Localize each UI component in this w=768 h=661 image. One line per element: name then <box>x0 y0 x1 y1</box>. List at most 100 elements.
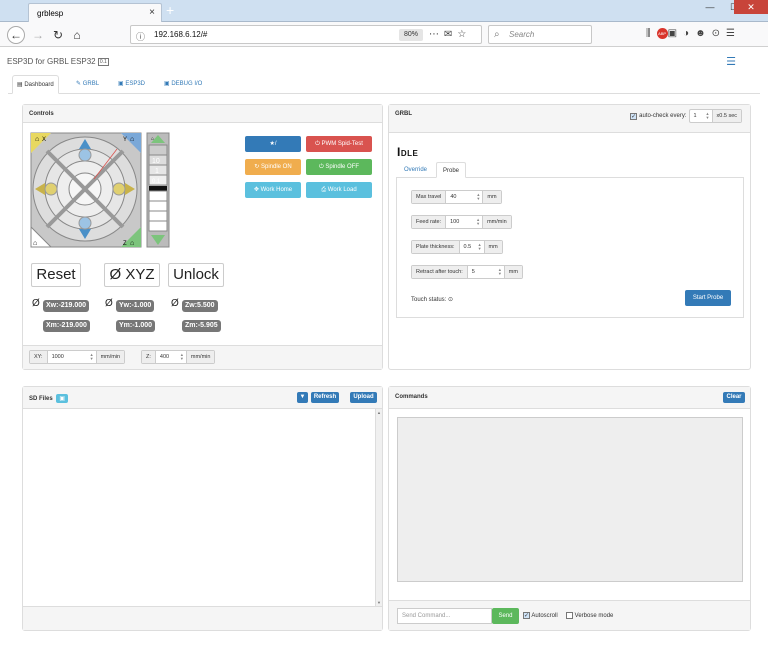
feed-rate-input[interactable]: 100 ▲ ▼ <box>446 216 482 228</box>
z-feedrate-input[interactable]: 400 ▲ ▼ <box>156 351 186 363</box>
url-bar[interactable]: ⓘ 192.168.6.12/# 80% ⋯✉☆ <box>130 25 482 44</box>
retract-value: 5 <box>471 269 475 275</box>
zero-xyz-button[interactable]: Ø XYZ <box>104 263 160 287</box>
max-travel-spinner[interactable]: ▲ ▼ <box>476 193 480 201</box>
autocheck-interval-group: 1 ▲ ▼ x0.5 sec <box>688 109 742 123</box>
browser-tab[interactable]: grblesp × <box>28 3 162 22</box>
verbose-label: Verbose mode <box>574 613 614 620</box>
autocheck-interval-spinner[interactable]: ▲ ▼ <box>706 112 710 120</box>
z-step-10[interactable]: 10 <box>152 158 160 165</box>
feed-rate-spinner[interactable]: ▲ ▼ <box>476 218 480 226</box>
autocheck-unit: x0.5 sec <box>711 110 741 122</box>
plate-thickness-group: Plate thickness: 0.5 ▲ ▼ mm <box>411 240 503 254</box>
close-tab-icon[interactable]: × <box>149 7 155 18</box>
zero-x-button[interactable]: Ø <box>32 298 40 309</box>
zoom-level[interactable]: 80% <box>399 29 423 41</box>
search-placeholder: Search <box>509 30 535 39</box>
window-close-button[interactable]: ✕ <box>734 0 768 14</box>
subtab-override[interactable]: Override <box>398 162 433 178</box>
minimize-button[interactable]: — <box>698 0 722 14</box>
max-travel-label: Max travel <box>412 191 447 203</box>
pwm-spindle-test-button[interactable]: ⏻ PWM Spid-Test <box>306 136 372 152</box>
search-input[interactable]: ⌕ Search <box>488 25 592 44</box>
spindle-off-label: Spindle OFF <box>325 164 360 170</box>
scroll-up-icon[interactable]: ▲ <box>377 410 381 415</box>
macro-button[interactable]: ★/ <box>245 136 301 152</box>
filter-icon[interactable]: ▼ <box>297 392 308 403</box>
grbl-subtabs: Override Probe <box>396 162 744 178</box>
refresh-button[interactable]: Refresh <box>311 392 339 403</box>
search-icon: ⌕ <box>494 29 500 40</box>
xy-feedrate-spinner[interactable]: ▲ ▼ <box>90 353 94 361</box>
autoscroll-checkbox[interactable]: ✓ <box>523 612 530 619</box>
probe-pane: Max travel 40 ▲ ▼ mm Feed rate: 100 ▲ ▼ mm/m… <box>396 178 744 318</box>
upload-button[interactable]: Upload <box>350 392 377 403</box>
scroll-down-icon[interactable]: ▼ <box>377 600 381 605</box>
retract-spinner[interactable]: ▲ ▼ <box>498 268 502 276</box>
z-step-1[interactable]: 1 <box>155 168 159 175</box>
back-arrow-icon[interactable]: ← <box>7 26 25 44</box>
max-travel-input[interactable]: 40 ▲ ▼ <box>446 191 482 203</box>
command-input[interactable]: Send Command... <box>397 608 492 624</box>
zero-z-button[interactable]: Ø <box>171 298 179 309</box>
browser-nav-bar: ← → ↻ ⌂ ⓘ 192.168.6.12/# 80% ⋯✉☆ ⌕ Searc… <box>0 22 768 47</box>
spindle-on-button[interactable]: ↻ Spindle ON <box>245 159 301 175</box>
commands-output[interactable] <box>397 417 743 582</box>
verbose-checkbox[interactable] <box>566 612 573 619</box>
z-feedrate-spinner[interactable]: ▲ ▼ <box>180 353 184 361</box>
plate-thickness-input[interactable]: 0.5 ▲ ▼ <box>460 241 484 253</box>
spindle-off-button[interactable]: ⏻ Spindle OFF <box>306 159 372 175</box>
home-icon[interactable]: ⌂ <box>69 27 85 43</box>
sd-files-header: SD Files ▣ ▼ Refresh Upload <box>23 387 382 409</box>
info-icon[interactable]: ⓘ <box>136 30 145 43</box>
verbose-option[interactable]: Verbose mode <box>566 612 613 619</box>
unlock-button[interactable]: Unlock <box>168 263 224 287</box>
new-tab-button[interactable]: + <box>166 2 174 18</box>
grbl-state: Idle <box>397 145 419 159</box>
sd-files-footer <box>23 606 382 630</box>
work-home-button[interactable]: ✥ Work Home <box>245 182 301 198</box>
feed-rate-unit: mm/min <box>482 216 511 228</box>
zero-y-button[interactable]: Ø <box>105 298 113 309</box>
plate-thickness-spinner[interactable]: ▲ ▼ <box>478 243 482 251</box>
reload-icon[interactable]: ↻ <box>50 27 66 43</box>
xy-feedrate-input[interactable]: 1000 ▲ ▼ <box>48 351 96 363</box>
page-actions-icons[interactable]: ⋯✉☆ <box>429 29 471 40</box>
url-text[interactable]: 192.168.6.12/# <box>154 30 207 39</box>
forward-arrow-icon[interactable]: → <box>30 27 46 43</box>
tab-grbl[interactable]: ✎ GRBL <box>76 75 99 94</box>
z-feedrate-unit: mm/min <box>185 351 215 363</box>
tab-esp3d[interactable]: ▣ ESP3D <box>118 75 145 94</box>
work-y-position: Yw:-1.000 <box>116 300 155 312</box>
autocheck-checkbox[interactable]: ✓ <box>630 112 638 120</box>
sd-files-list[interactable]: ▲ ▼ <box>23 409 382 606</box>
xy-feedrate-group: XY: 1000 ▲ ▼ mm/min <box>29 350 126 364</box>
autoscroll-option[interactable]: ✓ Autoscroll <box>523 612 558 619</box>
work-load-label: Work Load <box>327 187 357 193</box>
sd-card-icon[interactable]: ▣ <box>56 394 69 403</box>
retract-group: Retract after touch: 5 ▲ ▼ mm <box>411 265 523 279</box>
autocheck-interval-input[interactable]: 1 ▲ ▼ <box>690 110 712 122</box>
z-step-01[interactable]: 0.1 <box>152 179 161 185</box>
commands-header: Commands Clear <box>389 387 750 409</box>
main-tabs: ▤ Dashboard ✎ GRBL ▣ ESP3D ▣ DEBUG I/O <box>8 72 760 94</box>
sd-files-scrollbar[interactable]: ▲ ▼ <box>375 409 382 606</box>
menu-icon[interactable]: ☰ <box>726 55 736 68</box>
work-load-button[interactable]: ⎙ Work Load <box>306 182 372 198</box>
tab-dashboard[interactable]: ▤ Dashboard <box>12 75 59 94</box>
retract-input[interactable]: 5 ▲ ▼ <box>468 266 504 278</box>
controls-title: Controls <box>23 105 382 123</box>
jog-dial[interactable]: ⌂ X Y ⌂ ⌂ Z ⌂ ⌂ 10 1 0.1 <box>29 131 173 249</box>
tab-debug-io[interactable]: ▣ DEBUG I/O <box>164 75 202 94</box>
send-button[interactable]: Send <box>492 608 519 624</box>
page: ESP3D for GRBL ESP32 0.1 ☰ ▤ Dashboard ✎… <box>0 47 768 661</box>
start-probe-button[interactable]: Start Probe <box>685 290 731 306</box>
reset-button[interactable]: Reset <box>31 263 81 287</box>
adblock-icon[interactable]: ABP <box>656 28 668 39</box>
toolbar-icons[interactable]: ⫼ABP ▣◑☻⊙☰ <box>646 28 741 39</box>
spindle-on-label: Spindle ON <box>261 164 292 170</box>
home-z-label: Z <box>123 241 127 247</box>
clear-button[interactable]: Clear <box>723 392 745 403</box>
browser-tab-bar: grblesp × + — ☐ ✕ <box>0 0 768 22</box>
subtab-probe[interactable]: Probe <box>436 162 467 178</box>
